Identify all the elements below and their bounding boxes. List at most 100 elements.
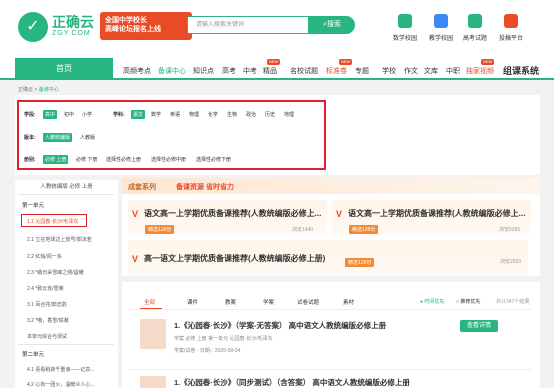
sort-time-label: 时间优先 <box>424 299 445 305</box>
sidebar-item-active[interactable]: 1.1 沁园春·长沙/毛泽东 <box>27 218 78 225</box>
subject-option[interactable]: 物理 <box>189 111 199 118</box>
nav-item[interactable]: 专题 <box>355 66 369 76</box>
promo-line1: 全国中学校长 <box>105 17 147 24</box>
search-button-label: 搜索 <box>326 21 341 28</box>
nav-item[interactable]: 标准卷 <box>326 66 347 76</box>
breadcrumb-sep: > <box>34 87 38 93</box>
tab-courseware[interactable]: 课件 <box>187 298 198 306</box>
resource-title[interactable]: 1.《沁园春·长沙》（学案-无答案） 高中语文人教统编版必修上册 <box>174 320 386 331</box>
nav-home[interactable]: 首页 <box>15 58 113 80</box>
nav-item[interactable]: 组课系统 <box>503 64 539 77</box>
subject-option[interactable]: 英语 <box>170 111 180 118</box>
view-detail-button[interactable]: 查看详情 <box>460 320 498 332</box>
sort-time-radio[interactable]: ● 时间优先 <box>420 298 444 305</box>
subject-option[interactable]: 语文 <box>131 110 146 119</box>
sidebar-item[interactable]: 4.2 心有一团火，温暖众人心... <box>27 381 95 388</box>
recommend-card-tag: 精选128份 <box>349 225 379 234</box>
v-icon: V <box>132 209 139 219</box>
sidebar-item[interactable]: 2.1 立在地球边上放号/郭沫若 <box>27 236 92 243</box>
promo-banner[interactable]: 全国中学校长 高峰论坛报名上线 <box>100 12 192 40</box>
subject-option[interactable]: 化学 <box>208 111 218 118</box>
volume-label: 册别: <box>24 157 36 163</box>
recommend-subtitle: 备课资源 省时省力 <box>176 184 234 191</box>
document-icon <box>140 319 166 349</box>
search-input[interactable]: 请输入搜索关键词 <box>187 16 309 34</box>
logo-text[interactable]: 正确云 <box>52 12 94 32</box>
exam-icon <box>468 14 482 28</box>
list-divider <box>128 369 532 370</box>
stage-option[interactable]: 小学 <box>82 111 92 118</box>
recommend-card-tag: 精选128份 <box>345 258 375 267</box>
volume-option[interactable]: 必修 上册 <box>43 155 69 164</box>
nav-item[interactable]: 中考 <box>243 66 257 76</box>
tab-lesson-plan[interactable]: 教案 <box>225 298 236 306</box>
nav-item[interactable]: 文库 <box>424 66 438 76</box>
tabs-divider <box>128 309 532 310</box>
tool-submit[interactable]: 投稿平台 <box>490 14 532 42</box>
search-button[interactable]: ⌕搜索 <box>309 16 355 34</box>
resource-meta-date: 学案/试卷 · 日期：2025-09-04 <box>174 348 241 354</box>
sidebar-divider <box>18 344 114 345</box>
nav-item[interactable]: 作文 <box>404 66 418 76</box>
tool-label: 教学校园 <box>428 36 453 42</box>
sidebar-item[interactable]: 本单元综合与测试 <box>27 333 67 340</box>
document-icon <box>140 376 166 388</box>
volume-option[interactable]: 选择性必修上册 <box>106 156 141 163</box>
tool-label: 数学校园 <box>392 36 417 42</box>
subject-option[interactable]: 地理 <box>284 111 294 118</box>
tab-study-guide[interactable]: 学案 <box>263 298 274 306</box>
sidebar-item[interactable]: 3.2 *哦，香雪/铁凝 <box>27 317 69 324</box>
recommend-card-title[interactable]: 语文高一上学期优质备课推荐(人教统编版必修上... <box>348 208 525 219</box>
nav-item[interactable]: 学校 <box>382 66 396 76</box>
v-icon: V <box>132 254 139 264</box>
school-icon <box>398 14 412 28</box>
sidebar-item[interactable]: 4.1 喜看稻菽千重浪——记袁... <box>27 366 95 373</box>
tab-exam[interactable]: 试卷试题 <box>297 298 319 306</box>
stage-option[interactable]: 初中 <box>64 111 74 118</box>
subject-option[interactable]: 数学 <box>151 111 161 118</box>
tab-all[interactable]: 全部 <box>144 298 155 306</box>
stage-label: 学段: <box>24 112 36 118</box>
edition-option[interactable]: 人教版 <box>80 134 95 141</box>
promo-line2: 高峰论坛报名上线 <box>105 26 161 33</box>
book-icon <box>434 14 448 28</box>
subject-option[interactable]: 生物 <box>227 111 237 118</box>
sidebar-item[interactable]: 2.2 红烛/闻一多 <box>27 253 62 260</box>
sort-recommend-radio[interactable]: ○ 推荐优先 <box>456 298 480 305</box>
volume-option[interactable]: 选择性必修中册 <box>151 156 186 163</box>
recommend-title: 成套系列 <box>128 184 156 191</box>
recommend-card-title[interactable]: 高一语文上学期优质备课推荐(人教统编版必修上册) <box>144 253 325 264</box>
nav-item[interactable]: 中职 <box>446 66 460 76</box>
nav-item[interactable]: 高考 <box>222 66 236 76</box>
subject-option[interactable]: 政治 <box>246 111 256 118</box>
recommend-card-views: 浏览2933 <box>500 259 522 265</box>
subject-option[interactable]: 历史 <box>265 111 275 118</box>
sidebar-item[interactable]: 2.3 *峨日朵雪峰之侧/昌耀 <box>27 269 84 276</box>
volume-option[interactable]: 选择性必修下册 <box>196 156 231 163</box>
recommend-card-title[interactable]: 语文高一上学期优质备课推荐(人教统编版必修上... <box>144 208 321 219</box>
nav-item[interactable]: 名校试题 <box>290 66 318 76</box>
breadcrumb-current: 备课中心 <box>38 87 59 93</box>
tab-material[interactable]: 素材 <box>343 298 354 306</box>
tool-label: 高考试题 <box>462 36 487 42</box>
breadcrumb: 正确云 > 备课中心 <box>18 86 59 93</box>
nav-item[interactable]: 高频考点 <box>123 66 151 76</box>
volume-option[interactable]: 必修 下册 <box>76 156 97 163</box>
nav-item[interactable]: 精品 <box>263 66 277 76</box>
sidebar-title: 人教统编版 必修 上册 <box>40 184 93 190</box>
recommend-card-tag: 精选128份 <box>145 225 175 234</box>
sidebar-item[interactable]: 2.4 *致云雀/雪莱 <box>27 285 64 292</box>
nav-item[interactable]: 知识点 <box>193 66 214 76</box>
page: ✓ 正确云 ZGY.COM 全国中学校长 高峰论坛报名上线 请输入搜索关键词 ⌕… <box>0 0 554 388</box>
resource-title[interactable]: 1.《沁园春·长沙》（同步测试）（含答案） 高中语文人教统编版必修上册 <box>174 377 410 388</box>
nav-item[interactable]: 独家视频 <box>466 66 494 76</box>
sidebar-unit[interactable]: 第二单元 <box>22 350 44 358</box>
sidebar-item[interactable]: 3.1 百合花/茹志鹃 <box>27 301 67 308</box>
edition-option[interactable]: 人教统编版 <box>43 133 73 142</box>
logo-domain: ZGY.COM <box>52 30 91 37</box>
breadcrumb-root[interactable]: 正确云 <box>18 87 33 93</box>
stage-option[interactable]: 高中 <box>43 110 58 119</box>
nav-item-active[interactable]: 备课中心 <box>158 66 186 76</box>
sidebar-unit[interactable]: 第一单元 <box>22 201 44 209</box>
logo-icon[interactable]: ✓ <box>18 12 48 42</box>
